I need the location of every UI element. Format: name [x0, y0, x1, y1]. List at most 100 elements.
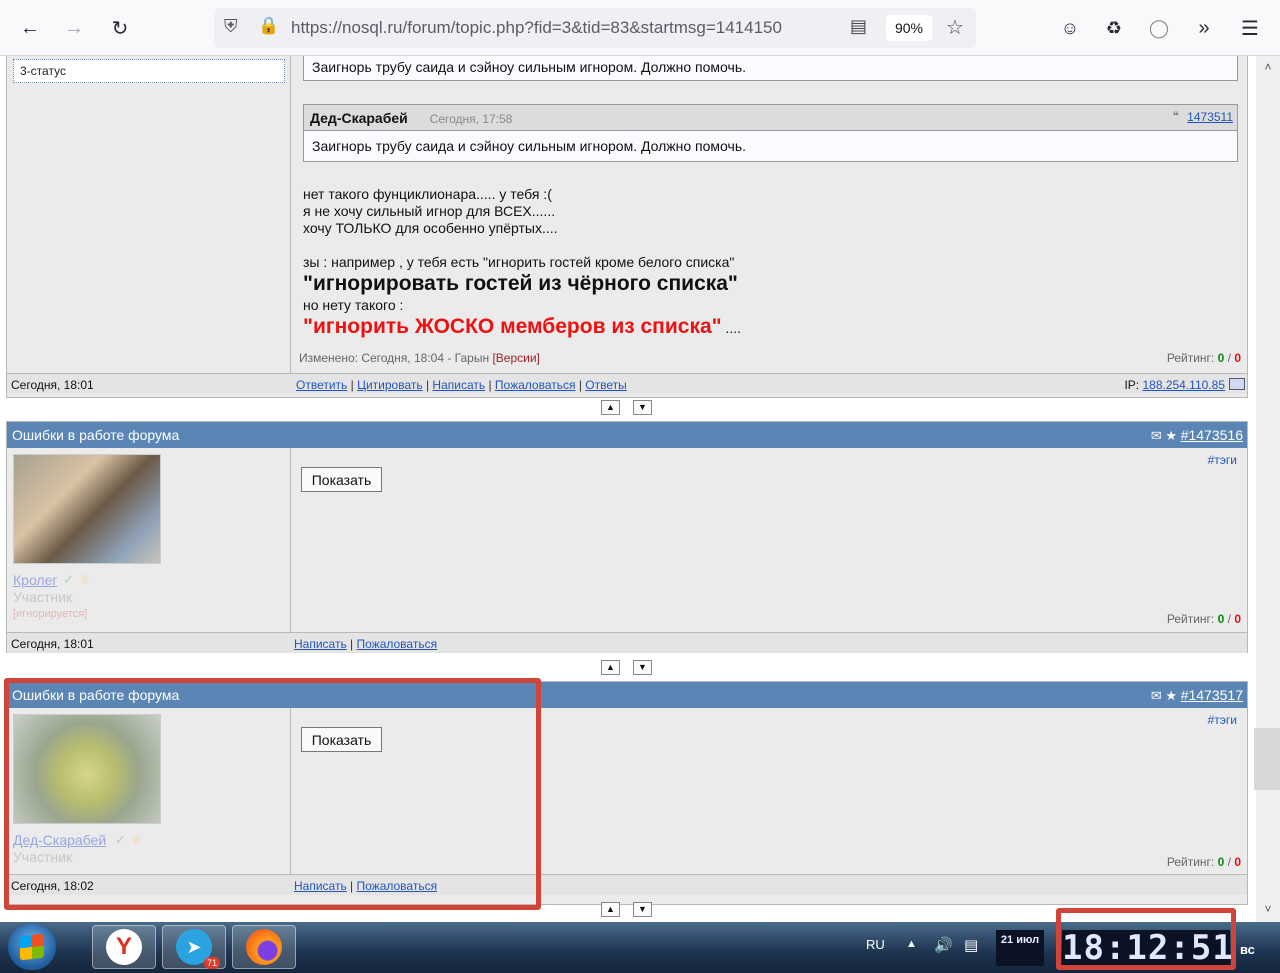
post-actions: Написать | Пожаловаться — [294, 637, 438, 651]
date-text: 21 июл — [1000, 934, 1040, 946]
report-link[interactable]: Пожаловаться — [495, 378, 576, 392]
windows-logo-icon — [20, 933, 44, 961]
username-link[interactable]: Кролег — [13, 572, 57, 588]
rating-minus[interactable]: 0 — [1234, 612, 1241, 626]
page-scrollbar[interactable] — [1256, 56, 1280, 922]
star-icon[interactable]: ★ — [1165, 688, 1177, 703]
post-date: Сегодня, 18:01 — [11, 378, 94, 392]
ip-label: IP: — [1124, 378, 1140, 392]
reload-icon[interactable]: ↻ — [104, 12, 136, 44]
start-button[interactable] — [8, 924, 56, 970]
quote-top-body: Заигнорь трубу саида и сэйноу сильным иг… — [312, 59, 747, 75]
telegram-taskbar-button[interactable]: ➤ 71 — [162, 925, 226, 969]
quote-block: Дед-Скарабей Сегодня, 17:58 ❝ 1473511 За… — [303, 104, 1238, 162]
rating-minus[interactable]: 0 — [1234, 351, 1241, 365]
message-line-bold: "игнорировать гостей из чёрного списка" — [303, 272, 738, 295]
overflow-chevron-icon[interactable]: » — [1188, 12, 1220, 44]
back-icon[interactable]: ← — [14, 12, 46, 44]
post-footer: Сегодня, 18:01 Написать | Пожаловаться — [7, 632, 1247, 653]
menu-icon[interactable]: ☰ — [1234, 12, 1266, 44]
url-text[interactable]: https://nosql.ru/forum/topic.php?fid=3&t… — [291, 18, 782, 38]
browser-toolbar: ← → ↻ ⛨ 🔒 https://nosql.ru/forum/topic.p… — [0, 0, 1280, 56]
quote-message-link[interactable]: 1473511 — [1187, 110, 1233, 124]
yandex-icon: Y — [106, 929, 142, 965]
quote-link[interactable]: Цитировать — [357, 378, 423, 392]
post-nav-arrows: ▲ ▼ — [601, 660, 652, 675]
down-arrow-icon[interactable]: ▼ — [633, 400, 652, 415]
post-header-icons: ✉ ★ — [1151, 428, 1177, 444]
post-number-link[interactable]: #1473516 — [1181, 427, 1243, 443]
user-status: 3-статус — [13, 59, 285, 83]
show-button[interactable]: Показать — [301, 467, 382, 492]
up-arrow-icon[interactable]: ▲ — [601, 400, 620, 415]
mail-icon[interactable]: ✉ — [1151, 688, 1162, 703]
ip-lookup-icon[interactable] — [1229, 378, 1245, 390]
up-arrow-icon[interactable]: ▲ — [601, 660, 620, 675]
star-icon[interactable]: ★ — [1165, 428, 1177, 443]
quote-time: Сегодня, 17:58 — [429, 112, 513, 126]
yandex-browser-taskbar-button[interactable]: Y — [92, 925, 156, 969]
scroll-down-icon[interactable]: ˅ — [1258, 902, 1278, 918]
message-line-red: "игнорить ЖОСКО мемберов из списка" — [303, 315, 722, 338]
rating-plus[interactable]: 0 — [1218, 612, 1225, 626]
firefox-icon — [246, 929, 282, 965]
post-2: Ошибки в работе форума ✉ ★ #1473516 Крол… — [6, 421, 1248, 653]
up-arrow-icon[interactable]: ▲ — [601, 902, 620, 917]
date-widget[interactable]: 21 июл — [996, 930, 1044, 966]
page-content: 3-статус Заигнорь трубу саида и сэйноу с… — [0, 56, 1256, 922]
mail-icon[interactable]: ✉ — [1151, 428, 1162, 443]
post-number-link[interactable]: #1473517 — [1181, 687, 1243, 703]
answers-link[interactable]: Ответы — [585, 378, 626, 392]
volume-icon[interactable]: 🔊 — [934, 936, 953, 954]
crown-icon: ♕ — [79, 572, 91, 587]
rating-minus[interactable]: 0 — [1234, 855, 1241, 869]
language-indicator[interactable]: RU — [866, 937, 885, 952]
post-footer: Сегодня, 18:01 Ответить | Цитировать | Н… — [7, 373, 1247, 394]
zoom-level[interactable]: 90% — [886, 15, 932, 41]
tags-link[interactable]: #тэги — [1208, 453, 1237, 467]
down-arrow-icon[interactable]: ▼ — [633, 660, 652, 675]
down-arrow-icon[interactable]: ▼ — [633, 902, 652, 917]
highlight-box — [4, 678, 541, 910]
post-topic-title[interactable]: Ошибки в работе форума — [12, 427, 179, 443]
versions-link[interactable]: [Версии] — [492, 351, 539, 365]
reply-link[interactable]: Ответить — [296, 378, 347, 392]
message-line: зы : например , у тебя есть "игнорить го… — [303, 254, 735, 270]
rating: Рейтинг: 0 / 0 — [1166, 855, 1241, 869]
post-actions: Ответить | Цитировать | Написать | Пожал… — [296, 378, 627, 392]
tray-expand-icon[interactable]: ▲ — [906, 938, 917, 950]
rating-label: Рейтинг: — [1166, 612, 1215, 626]
url-bar[interactable]: ⛨ 🔒 https://nosql.ru/forum/topic.php?fid… — [214, 8, 976, 48]
telegram-icon: ➤ 71 — [176, 929, 220, 969]
report-link[interactable]: Пожаловаться — [357, 637, 438, 651]
post-date: Сегодня, 18:01 — [11, 637, 94, 651]
scrollbar-thumb[interactable] — [1254, 728, 1280, 790]
ip-link[interactable]: 188.254.110.85 — [1142, 378, 1225, 392]
tracking-shield-icon[interactable]: ⛨ — [224, 16, 238, 37]
tags-link[interactable]: #тэги — [1208, 713, 1237, 727]
globe-icon[interactable]: ◯ — [1143, 12, 1175, 44]
firefox-taskbar-button[interactable] — [232, 925, 296, 969]
quote-top: Заигнорь трубу саида и сэйноу сильным иг… — [303, 56, 1238, 81]
avatar — [13, 454, 161, 564]
rating-plus[interactable]: 0 — [1218, 351, 1225, 365]
rating: Рейтинг: 0 / 0 — [1166, 612, 1241, 626]
user-role: Участник — [13, 589, 73, 605]
extensions-icon[interactable]: ♻ — [1098, 12, 1130, 44]
lock-icon[interactable]: 🔒 — [258, 16, 279, 36]
message-line: хочу ТОЛЬКО для особенно упёртых.... — [303, 220, 558, 236]
forward-icon[interactable]: → — [58, 12, 90, 44]
day-label: вс — [1240, 942, 1255, 957]
post-header-icons: ✉ ★ — [1151, 688, 1177, 704]
message-line: но нету такого : — [303, 297, 404, 313]
post-2-user-column: Кролег ✓ ♕ Участник [игнорируется] — [7, 448, 291, 632]
reader-view-icon[interactable]: ▤ — [850, 16, 867, 37]
scroll-up-icon[interactable]: ˄ — [1258, 60, 1278, 76]
rating-plus[interactable]: 0 — [1218, 855, 1225, 869]
network-icon[interactable]: ▤ — [964, 936, 978, 954]
account-icon[interactable]: ☺ — [1054, 12, 1086, 44]
quote-header: Дед-Скарабей Сегодня, 17:58 ❝ 1473511 — [304, 105, 1237, 131]
write-link[interactable]: Написать — [294, 637, 347, 651]
write-link[interactable]: Написать — [432, 378, 485, 392]
bookmark-star-icon[interactable]: ☆ — [946, 15, 964, 40]
